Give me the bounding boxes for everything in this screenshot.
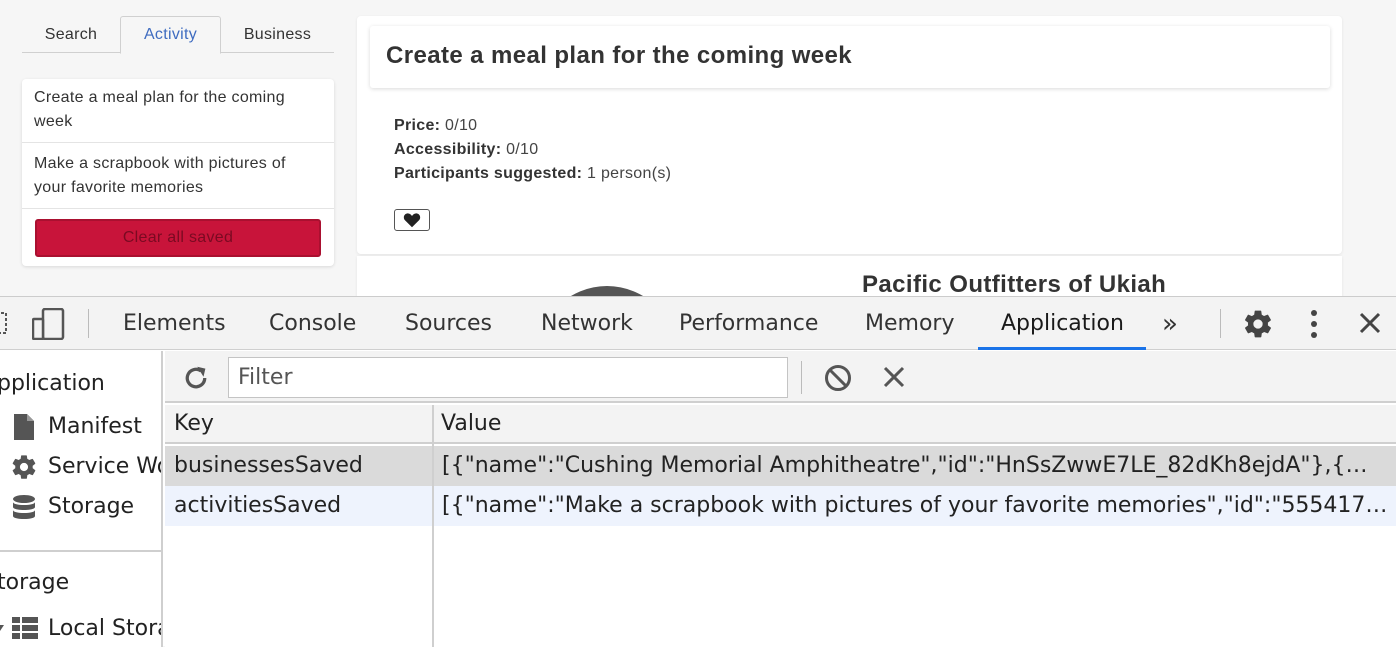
file-icon — [14, 414, 34, 440]
devtools-toolbar: Elements Console Sources Network Perform… — [0, 297, 1396, 350]
accessibility-value: 0/10 — [506, 141, 539, 158]
participants-value: 1 person(s) — [587, 165, 672, 182]
table-row[interactable]: businessesSaved [{"name":"Cushing Memori… — [165, 446, 1396, 486]
delete-selected-icon[interactable] — [883, 366, 905, 388]
web-app: Search Activity Business Create a meal p… — [0, 0, 1396, 296]
tab-console[interactable]: Console — [269, 297, 356, 350]
business-card: Pacific Outfitters of Ukiah — [357, 256, 1342, 296]
sidebar-item-service-workers[interactable]: Service Workers — [48, 454, 161, 479]
sidebar-section-storage: torage — [0, 570, 70, 595]
clear-all-icon[interactable] — [824, 364, 852, 392]
activity-detail-card: Create a meal plan for the coming week P… — [357, 16, 1342, 254]
expand-arrow-icon[interactable] — [0, 623, 6, 633]
close-devtools-icon[interactable] — [1358, 311, 1382, 335]
price-label: Price: — [394, 117, 441, 134]
participants-row: Participants suggested: 1 person(s) — [394, 162, 671, 186]
refresh-icon[interactable] — [181, 363, 211, 393]
filter-divider — [801, 361, 802, 394]
storage-filter-bar — [165, 351, 1396, 403]
saved-activity-item[interactable]: Create a meal plan for the coming week — [22, 86, 334, 143]
row-value: [{"name":"Cushing Memorial Amphitheatre"… — [442, 453, 1374, 478]
tab-business[interactable]: Business — [221, 16, 334, 53]
tab-application[interactable]: Application — [1001, 297, 1124, 350]
row-key: businessesSaved — [174, 453, 363, 478]
database-icon — [13, 495, 35, 519]
tab-activity[interactable]: Activity — [120, 16, 221, 54]
column-header-value[interactable]: Value — [441, 411, 501, 436]
activity-properties: Price: 0/10 Accessibility: 0/10 Particip… — [394, 114, 671, 186]
devtools-panel: Elements Console Sources Network Perform… — [0, 296, 1396, 647]
storage-table: Key Value businessesSaved [{"name":"Cush… — [165, 405, 1396, 647]
participants-label: Participants suggested: — [394, 165, 583, 182]
inspect-element-icon[interactable] — [0, 309, 10, 339]
toolbar-divider — [1220, 309, 1221, 338]
sidebar-divider — [0, 550, 161, 552]
tab-sources[interactable]: Sources — [405, 297, 492, 350]
tab-search[interactable]: Search — [22, 16, 120, 53]
favorite-button[interactable] — [394, 209, 430, 231]
tab-elements[interactable]: Elements — [123, 297, 226, 350]
filter-input[interactable] — [228, 357, 788, 398]
column-header-key[interactable]: Key — [174, 411, 214, 436]
storage-viewer: Key Value businessesSaved [{"name":"Cush… — [165, 351, 1396, 647]
sidebar-item-manifest[interactable]: Manifest — [48, 414, 142, 439]
sidebar-item-storage[interactable]: Storage — [48, 494, 134, 519]
tab-network[interactable]: Network — [541, 297, 633, 350]
clear-all-saved-button[interactable]: Clear all saved — [35, 219, 321, 257]
table-grid-icon — [12, 617, 38, 639]
table-header: Key Value — [165, 405, 1396, 444]
column-divider[interactable] — [432, 405, 434, 647]
activity-detail-header: Create a meal plan for the coming week — [370, 26, 1330, 88]
more-options-icon[interactable] — [1306, 308, 1322, 340]
application-sidebar: pplication Manifest Service Workers Stor… — [0, 351, 163, 647]
toolbar-divider — [88, 309, 89, 338]
more-tabs-button[interactable]: » — [1162, 297, 1178, 350]
tab-memory[interactable]: Memory — [865, 297, 954, 350]
settings-gear-icon[interactable] — [1242, 308, 1274, 340]
sidebar-item-local-storage[interactable]: Local Storage — [48, 616, 161, 641]
row-key: activitiesSaved — [174, 493, 342, 518]
tab-performance[interactable]: Performance — [679, 297, 818, 350]
saved-activity-item[interactable]: Make a scrapbook with pictures of your f… — [22, 143, 334, 209]
app-tabs: Search Activity Business — [22, 16, 334, 54]
row-value: [{"name":"Make a scrapbook with pictures… — [442, 493, 1392, 518]
business-name: Pacific Outfitters of Ukiah — [862, 271, 1167, 296]
price-value: 0/10 — [445, 117, 478, 134]
accessibility-label: Accessibility: — [394, 141, 502, 158]
active-tab-indicator — [978, 347, 1146, 350]
accessibility-row: Accessibility: 0/10 — [394, 138, 671, 162]
table-row[interactable]: activitiesSaved [{"name":"Make a scrapbo… — [165, 486, 1396, 526]
saved-activities-list: Create a meal plan for the coming week M… — [22, 79, 334, 266]
gear-icon — [12, 455, 36, 479]
price-row: Price: 0/10 — [394, 114, 671, 138]
heart-icon — [403, 213, 421, 228]
device-toggle-icon[interactable] — [32, 308, 66, 340]
saved-activity-label: Make a scrapbook with pictures of your f… — [34, 155, 286, 196]
saved-activity-label: Create a meal plan for the coming week — [34, 89, 285, 130]
sidebar-section-application: pplication — [0, 371, 105, 396]
business-photo — [537, 286, 677, 296]
activity-title: Create a meal plan for the coming week — [386, 42, 853, 69]
